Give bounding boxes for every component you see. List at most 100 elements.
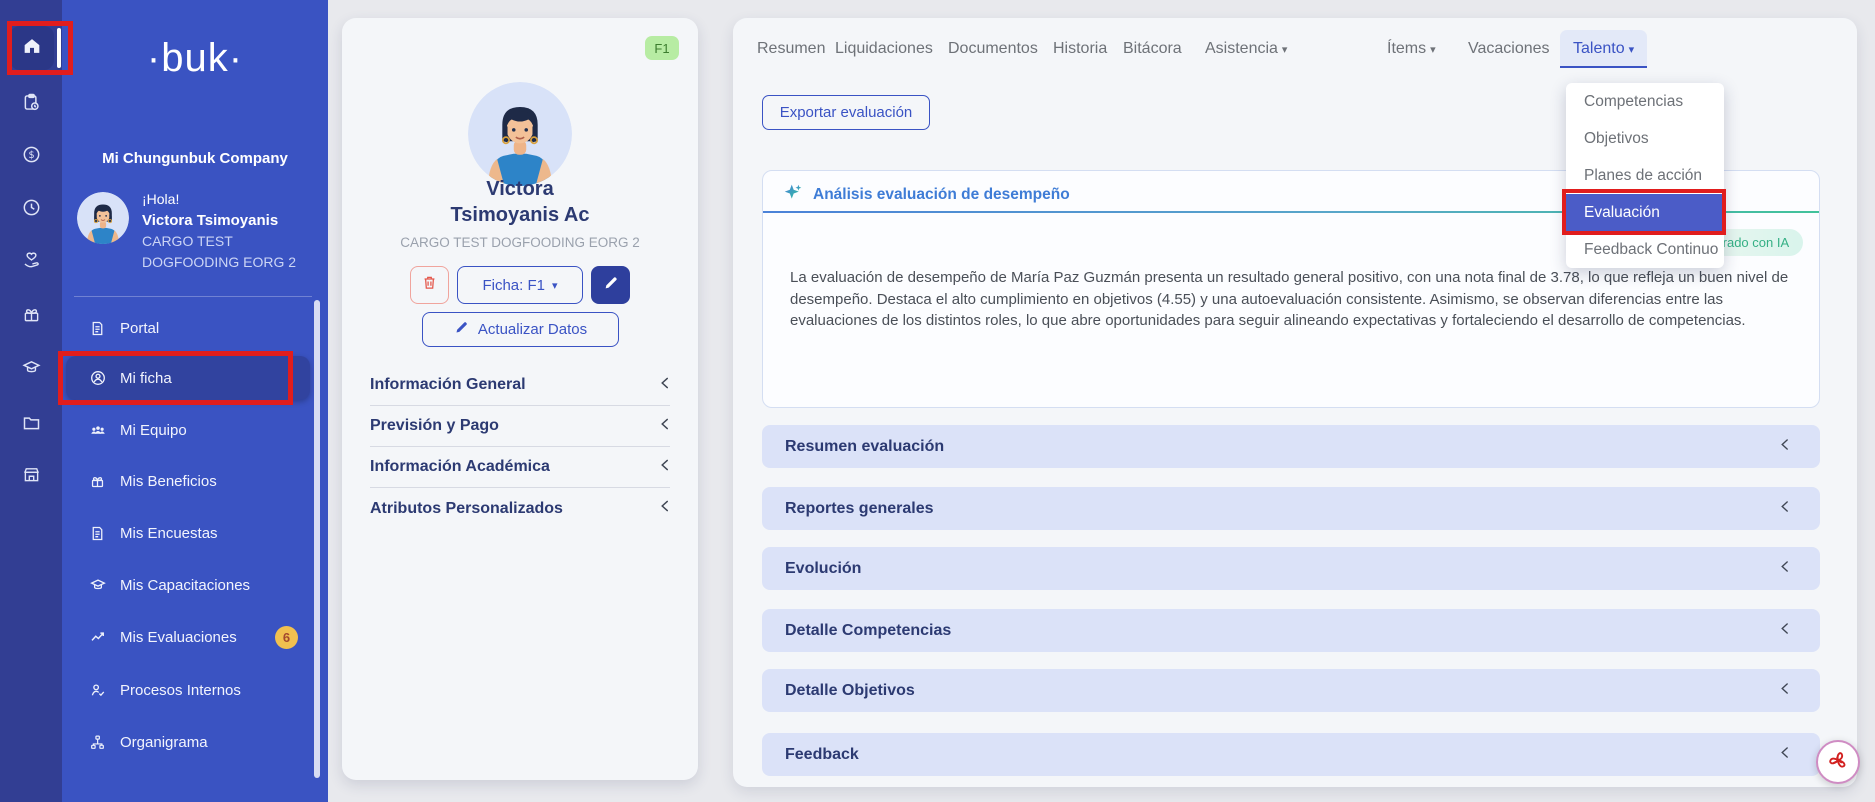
accordion-reportes-generales[interactable]: Reportes generales: [762, 487, 1820, 530]
ai-sparkle-icon: [783, 182, 804, 208]
menu-divider: [74, 296, 312, 297]
pdf-export-floating-button[interactable]: [1816, 740, 1860, 784]
tab-vacaciones[interactable]: Vacaciones: [1468, 32, 1550, 66]
update-data-label: Actualizar Datos: [478, 321, 587, 338]
ficha-selector-label: Ficha: F1: [482, 277, 545, 294]
accordion-evolucion[interactable]: Evolución: [762, 547, 1820, 590]
chevron-left-icon: [1779, 681, 1790, 701]
sidebar-item-mis-evaluaciones[interactable]: Mis Evaluaciones 6: [66, 615, 310, 659]
sidebar-item-mis-capacitaciones[interactable]: Mis Capacitaciones: [66, 563, 310, 607]
employee-first-name: Victora: [342, 176, 698, 202]
person-badge-icon: [88, 369, 107, 388]
export-evaluation-button[interactable]: Exportar evaluación: [762, 95, 930, 130]
section-informacion-general[interactable]: Información General: [370, 365, 670, 406]
chevron-left-icon: [659, 376, 670, 395]
sidebar-item-organigrama[interactable]: Organigrama: [66, 720, 310, 764]
chevron-down-icon: ▾: [552, 279, 558, 292]
analysis-title: Análisis evaluación de desempeño: [813, 186, 1070, 204]
main-panel: Resumen Liquidaciones Documentos Histori…: [733, 18, 1857, 787]
profile-actions: Ficha: F1 ▾: [342, 266, 698, 304]
dollar-circle-icon: $: [21, 144, 42, 165]
sidebar-item-label: Mis Encuestas: [120, 525, 218, 542]
menu-item-evaluacion[interactable]: Evaluación: [1566, 194, 1724, 231]
chevron-left-icon: [659, 458, 670, 477]
tab-items[interactable]: Ítems▾: [1387, 32, 1436, 66]
buk-logo: ·buk·: [62, 36, 328, 81]
section-label: Previsión y Pago: [370, 417, 499, 435]
user-name: Victora Tsimoyanis: [142, 210, 320, 231]
sidebar-item-mis-beneficios[interactable]: Mis Beneficios: [66, 459, 310, 503]
survey-icon: [88, 524, 107, 543]
tab-documentos[interactable]: Documentos: [948, 32, 1038, 66]
sidebar-item-portal[interactable]: Portal: [66, 306, 310, 350]
accordion-label: Detalle Competencias: [785, 622, 951, 640]
sidebar-item-mi-equipo[interactable]: Mi Equipo: [66, 408, 310, 452]
chevron-left-icon: [659, 499, 670, 518]
sidebar-item-label: Mi Equipo: [120, 422, 187, 439]
ficha-badge: F1: [645, 36, 679, 60]
menu-item-feedback-continuo[interactable]: Feedback Continuo: [1566, 231, 1724, 268]
team-icon: [88, 421, 107, 440]
marketplace-rail-button[interactable]: [0, 461, 62, 487]
files-rail-button[interactable]: [0, 409, 62, 435]
delete-button[interactable]: [410, 266, 449, 304]
benefits-rail-button[interactable]: [0, 247, 62, 273]
edit-button[interactable]: [591, 266, 630, 304]
employee-last-name: Tsimoyanis Ac: [342, 202, 698, 228]
tab-liquidaciones[interactable]: Liquidaciones: [835, 32, 933, 66]
tab-resumen[interactable]: Resumen: [757, 32, 825, 66]
section-label: Información Académica: [370, 458, 550, 476]
sidebar-scrollbar[interactable]: [314, 300, 320, 778]
tab-bitacora[interactable]: Bitácora: [1123, 32, 1182, 66]
section-atributos-personalizados[interactable]: Atributos Personalizados: [370, 488, 670, 529]
profile-card: F1 Victora Tsimoyanis Ac CARGO TEST DOGF…: [342, 18, 698, 780]
hand-heart-icon: [21, 250, 42, 271]
menu-item-objetivos[interactable]: Objetivos: [1566, 120, 1724, 157]
user-block: ¡Hola! Victora Tsimoyanis CARGO TEST DOG…: [142, 189, 320, 273]
tab-asistencia[interactable]: Asistencia▾: [1205, 32, 1287, 66]
chevron-left-icon: [1779, 437, 1790, 457]
user-role: CARGO TEST DOGFOODING EORG 2: [142, 231, 314, 273]
menu-item-planes-de-accion[interactable]: Planes de acción: [1566, 157, 1724, 194]
analysis-header: Análisis evaluación de desempeño: [783, 182, 1070, 208]
sidebar-item-procesos-internos[interactable]: Procesos Internos: [66, 668, 310, 712]
sidebar-item-label: Mis Evaluaciones: [120, 629, 237, 646]
update-data-button[interactable]: Actualizar Datos: [422, 312, 619, 347]
accordion-detalle-objetivos[interactable]: Detalle Objetivos: [762, 669, 1820, 712]
accordion-label: Resumen evaluación: [785, 438, 944, 456]
graduation-cap-icon: [88, 576, 107, 595]
ficha-selector[interactable]: Ficha: F1 ▾: [457, 266, 583, 304]
time-rail-button[interactable]: [0, 194, 62, 220]
accordion-label: Evolución: [785, 560, 861, 578]
clock-icon: [21, 197, 42, 218]
home-nav-button[interactable]: [10, 26, 54, 70]
employee-position: CARGO TEST DOGFOODING EORG 2: [342, 235, 698, 250]
storefront-icon: [21, 464, 42, 485]
section-label: Información General: [370, 376, 526, 394]
accordion-detalle-competencias[interactable]: Detalle Competencias: [762, 609, 1820, 652]
perks-rail-button[interactable]: [0, 301, 62, 327]
training-rail-button[interactable]: [0, 354, 62, 380]
accordion-label: Detalle Objetivos: [785, 682, 915, 700]
menu-item-competencias[interactable]: Competencias: [1566, 83, 1724, 120]
chevron-down-icon: ▾: [1282, 44, 1288, 56]
svg-text:$: $: [28, 150, 34, 161]
sidebar-item-mi-ficha[interactable]: Mi ficha: [66, 356, 310, 400]
section-prevision-y-pago[interactable]: Previsión y Pago: [370, 406, 670, 447]
tab-historia[interactable]: Historia: [1053, 32, 1107, 66]
folder-icon: [21, 412, 42, 433]
sidebar-item-label: Procesos Internos: [120, 682, 241, 699]
sidebar-item-label: Mis Capacitaciones: [120, 577, 250, 594]
accordion-feedback[interactable]: Feedback: [762, 733, 1820, 776]
sidebar-item-mis-encuestas[interactable]: Mis Encuestas: [66, 511, 310, 555]
chevron-down-icon: ▾: [1629, 44, 1635, 56]
chevron-left-icon: [1779, 745, 1790, 765]
sidebar-item-label: Mis Beneficios: [120, 473, 217, 490]
section-informacion-academica[interactable]: Información Académica: [370, 447, 670, 488]
accordion-resumen-evaluacion[interactable]: Resumen evaluación: [762, 425, 1820, 468]
chevron-left-icon: [1779, 499, 1790, 519]
schedule-rail-button[interactable]: [0, 89, 62, 115]
accordion-label: Feedback: [785, 746, 859, 764]
payroll-rail-button[interactable]: $: [0, 141, 62, 167]
tab-talento[interactable]: Talento▾: [1560, 30, 1647, 68]
